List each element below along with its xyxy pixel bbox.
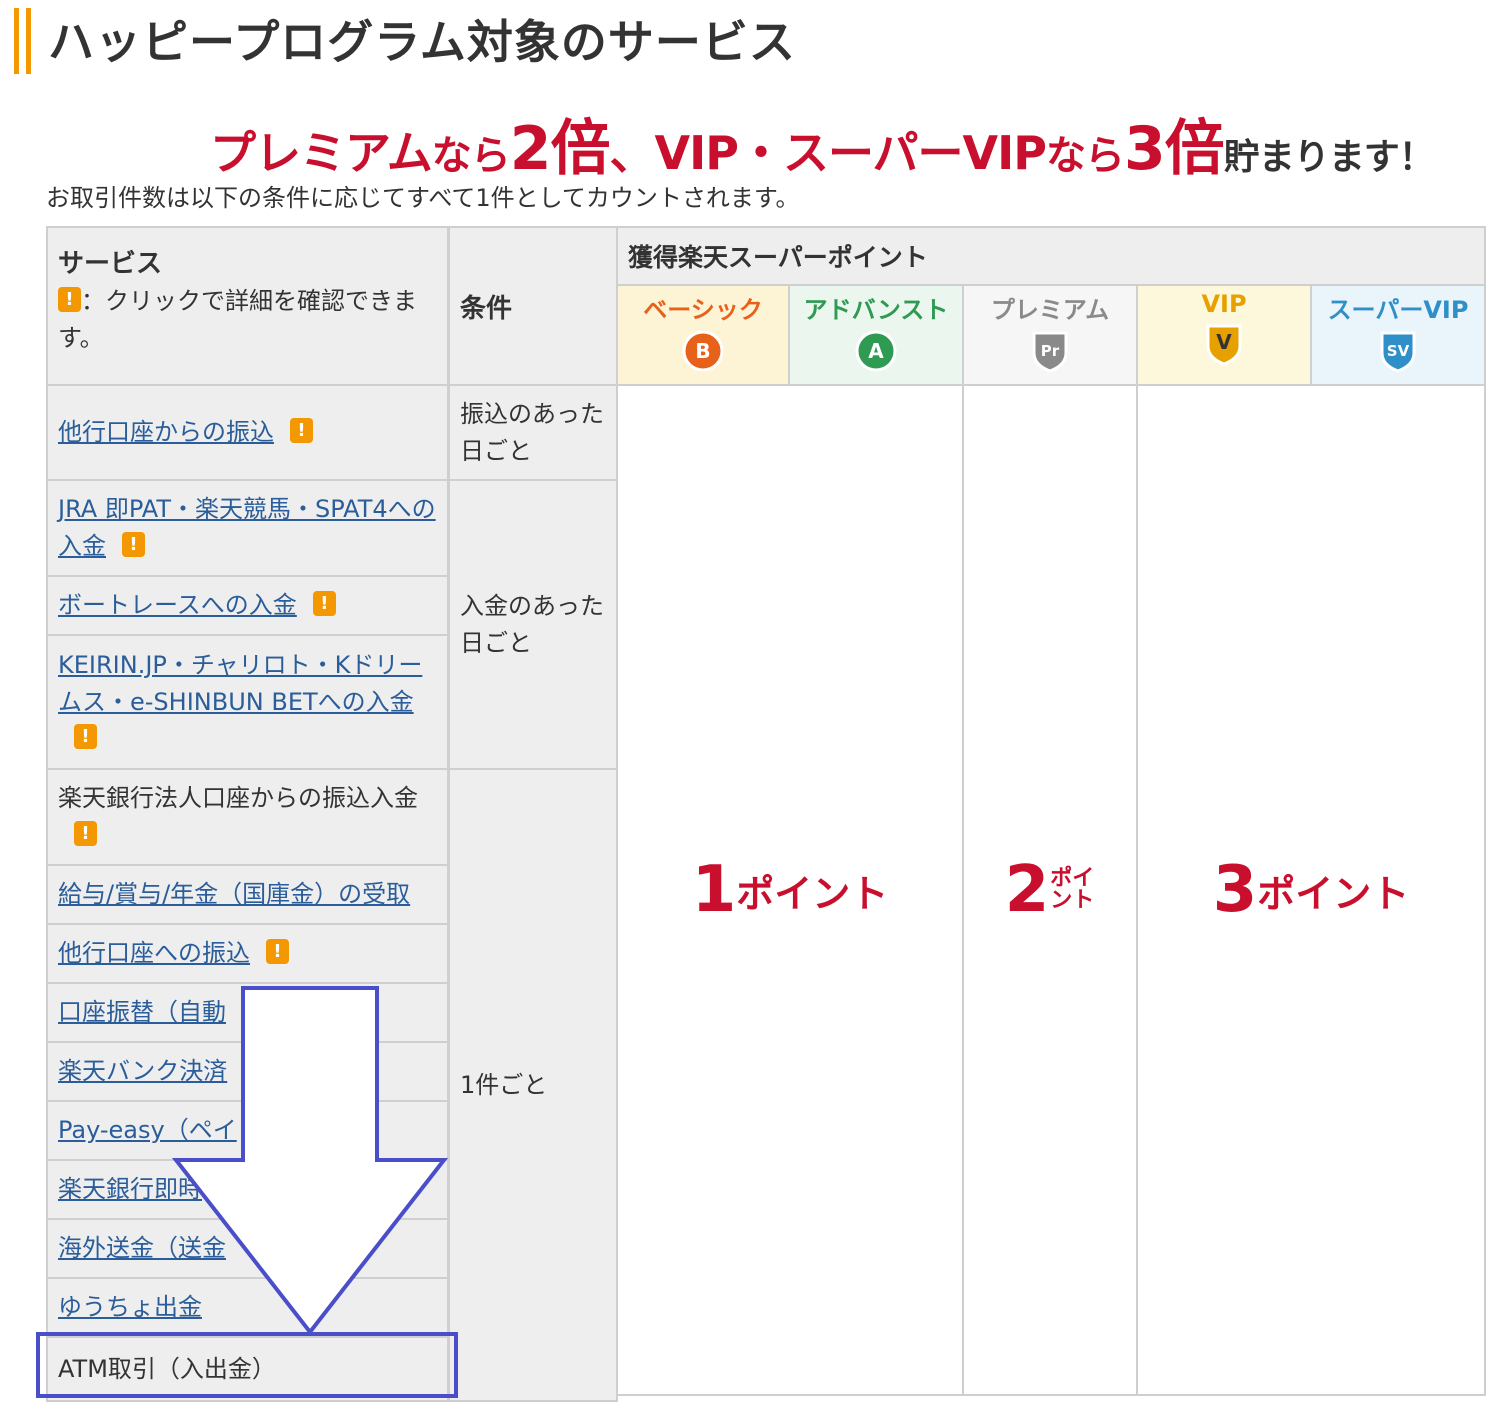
rank-badge-icon: V [1206, 324, 1242, 366]
rank-badge-icon: Pr [1032, 331, 1068, 373]
rank-header-cell: アドバンスト A [788, 284, 964, 386]
condition-label: 振込のあった日ごと [460, 399, 604, 465]
promo-banner: プレミアムなら2倍、VIP・スーパーVIPなら3倍貯まります！ [210, 100, 1435, 187]
service-link[interactable]: 楽天バンク決済 [58, 1057, 227, 1085]
service-row: 楽天銀行即時 [46, 1159, 449, 1220]
header-service-label: サービス [58, 249, 163, 279]
service-row: 給与/賞与/年金（国庫金）の受取 [46, 864, 449, 925]
rank-header-cell: VIP V [1136, 284, 1312, 386]
rank-badge-letter: V [1216, 330, 1232, 354]
service-link: ATM取引（入出金） [58, 1354, 276, 1383]
service-link[interactable]: JRA 即PAT・楽天競馬・SPAT4への入金 [58, 495, 436, 560]
service-row: KEIRIN.JP・チャリロト・Kドリームス・e-SHINBUN BETへの入金… [46, 634, 449, 770]
warning-icon[interactable]: ! [290, 417, 313, 443]
service-row: 楽天銀行法人口座からの振込入金! [46, 768, 449, 866]
service-row: JRA 即PAT・楽天競馬・SPAT4への入金! [46, 479, 449, 577]
rank-name: ベーシック [643, 296, 763, 324]
service-link[interactable]: 給与/賞与/年金（国庫金）の受取 [58, 880, 410, 908]
service-link[interactable]: ボートレースへの入金 [58, 591, 297, 619]
warning-icon: ! [58, 286, 81, 312]
service-row: ボートレースへの入金! [46, 575, 449, 636]
service-row: 他行口座への振込! [46, 923, 449, 984]
service-link[interactable]: 楽天銀行即時 [58, 1175, 202, 1203]
rank-badge-letter: B [695, 339, 710, 363]
rank-badge-letter: SV [1387, 342, 1410, 360]
points-cell-basic-advanced: 1 ポイント [616, 384, 964, 1396]
service-row: 海外送金（送金 [46, 1218, 449, 1279]
rank-name: VIP [1201, 290, 1247, 318]
header-condition-cell: 条件 [448, 226, 618, 386]
points-unit: ポイント [1050, 866, 1095, 913]
warning-icon[interactable]: ! [312, 590, 336, 616]
service-table: サービス ! ：クリックで詳細を確認できます。 条件 獲得楽天スーパーポイント ベ… [46, 226, 1486, 1402]
service-row: ATM取引（入出金） [46, 1336, 449, 1402]
rank-header-cell: プレミアム Pr [962, 284, 1138, 386]
rank-name: アドバンスト [803, 296, 949, 324]
title-accent-bar [14, 8, 34, 74]
count-note: お取引件数は以下の条件に応じてすべて1件としてカウントされます。 [46, 184, 800, 212]
service-link: 楽天銀行法人口座からの振込入金 [58, 784, 418, 812]
page-title: ハッピープログラム対象のサービス [48, 15, 796, 69]
points-value: 1 [691, 853, 737, 927]
rank-badge-icon: B [682, 330, 724, 372]
condition-cell-deposit: 入金のあった日ごと [448, 479, 618, 770]
header-points-label: 獲得楽天スーパーポイント [628, 243, 928, 272]
header-service-note: ：クリックで詳細を確認できます。 [58, 287, 417, 352]
warning-icon[interactable]: ! [74, 724, 97, 749]
points-unit: ポイント [736, 871, 889, 916]
warning-icon[interactable]: ! [122, 531, 145, 557]
banner-vip: 、VIP・スーパーVIP [609, 126, 1047, 180]
rank-badge-icon: A [855, 330, 897, 372]
banner-nara-1: なら [431, 133, 511, 179]
rank-header-cell: スーパーVIP SV [1310, 284, 1486, 386]
banner-2x: 2倍 [509, 114, 611, 184]
service-link[interactable]: 他行口座への振込 [58, 939, 250, 967]
condition-label: 入金のあった日ごと [460, 591, 604, 657]
rank-badge-letter: A [868, 339, 884, 363]
banner-3x: 3倍 [1123, 114, 1225, 184]
service-link[interactable]: KEIRIN.JP・チャリロト・Kドリームス・e-SHINBUN BETへの入金 [58, 651, 422, 716]
banner-premium: プレミアム [210, 126, 433, 180]
points-value: 3 [1212, 853, 1258, 927]
service-link[interactable]: 口座振替（自動 [58, 998, 226, 1026]
rank-badge-icon: SV [1380, 331, 1416, 373]
condition-label: 1件ごと [460, 1070, 548, 1099]
service-row: Pay-easy（ペイ [46, 1100, 449, 1161]
rank-name: プレミアム [990, 296, 1110, 324]
service-row: ゆうちょ出金 [46, 1277, 449, 1338]
service-row: 楽天バンク決済 [46, 1041, 449, 1102]
banner-tail: 貯まります！ [1223, 137, 1435, 178]
service-row: 口座振替（自動 [46, 982, 449, 1043]
rank-badge-letter: Pr [1041, 342, 1060, 360]
header-service-cell: サービス ! ：クリックで詳細を確認できます。 [46, 226, 449, 386]
condition-cell-per-item: 1件ごと [448, 768, 618, 1402]
header-condition-label: 条件 [460, 293, 513, 324]
points-value: 2 [1004, 853, 1050, 927]
points-cell-premium: 2 ポイント [962, 384, 1138, 1396]
points-cell-vip-supervip: 3 ポイント [1136, 384, 1486, 1396]
condition-cell-transfer: 振込のあった日ごと [448, 384, 618, 481]
header-points-cell: 獲得楽天スーパーポイント [616, 226, 1486, 286]
rank-header-cell: ベーシック B [616, 284, 790, 386]
service-link[interactable]: Pay-easy（ペイ [58, 1116, 237, 1144]
service-link[interactable]: 他行口座からの振込 [58, 418, 274, 446]
rank-name: スーパーVIP [1327, 296, 1469, 324]
service-link[interactable]: 海外送金（送金 [58, 1234, 226, 1262]
points-unit: ポイント [1257, 871, 1410, 916]
service-link[interactable]: ゆうちょ出金 [58, 1293, 202, 1321]
service-row: 他行口座からの振込! [46, 384, 449, 481]
warning-icon[interactable]: ! [266, 938, 289, 964]
banner-nara-2: なら [1045, 133, 1125, 179]
warning-icon[interactable]: ! [74, 820, 97, 846]
